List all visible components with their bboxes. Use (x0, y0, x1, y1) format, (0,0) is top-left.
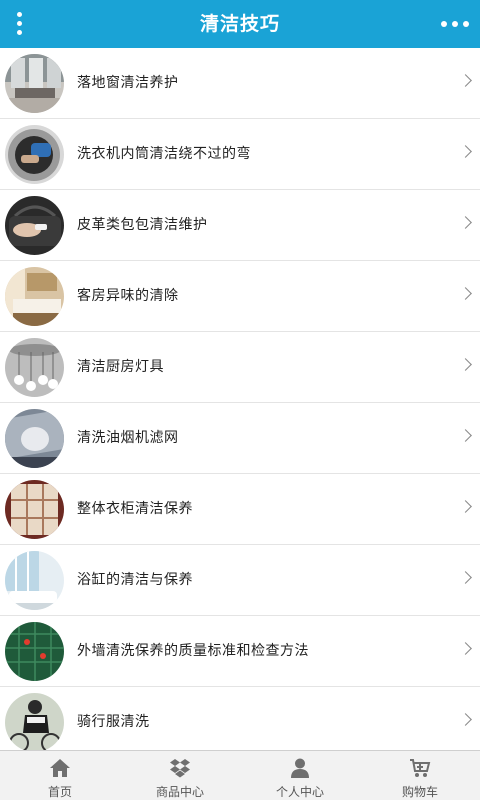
list-item[interactable]: 清洁厨房灯具 (0, 332, 480, 403)
article-list: 落地窗清洁养护 洗衣机内筒清洁绕不过的弯 皮革类包包清洁维护 (0, 48, 480, 750)
bottom-tab-bar: 首页 商品中心 个人中心 购物车 (0, 750, 480, 800)
home-icon (49, 758, 71, 778)
article-title: 客房异味的清除 (77, 261, 179, 332)
chevron-right-icon (459, 287, 472, 300)
chevron-right-icon (459, 642, 472, 655)
tab-label: 首页 (0, 783, 120, 800)
article-title: 整体衣柜清洁保养 (77, 474, 193, 545)
tab-label: 个人中心 (240, 783, 360, 800)
cyclist-photo (5, 693, 64, 750)
chevron-right-icon (459, 429, 472, 442)
article-title: 浴缸的清洁与保养 (77, 545, 193, 616)
list-item[interactable]: 落地窗清洁养护 (0, 48, 480, 119)
tab-home[interactable]: 首页 (0, 751, 120, 801)
list-item[interactable]: 洗衣机内筒清洁绕不过的弯 (0, 119, 480, 190)
article-title: 皮革类包包清洁维护 (77, 190, 208, 261)
list-item[interactable]: 外墙清洗保养的质量标准和检查方法 (0, 616, 480, 687)
article-title: 洗衣机内筒清洁绕不过的弯 (77, 119, 251, 190)
article-title: 骑行服清洗 (77, 687, 150, 750)
chevron-right-icon (459, 216, 472, 229)
pendant-lamps-photo (5, 338, 64, 397)
leather-bag-photo (5, 196, 64, 255)
list-item[interactable]: 浴缸的清洁与保养 (0, 545, 480, 616)
chevron-right-icon (459, 358, 472, 371)
tab-cart[interactable]: 购物车 (360, 751, 480, 801)
app-header: 清洁技巧 (0, 0, 480, 48)
article-title: 清洗油烟机滤网 (77, 403, 179, 474)
tab-profile[interactable]: 个人中心 (240, 751, 360, 801)
tab-label: 购物车 (360, 783, 480, 800)
bathroom-photo (5, 551, 64, 610)
hotel-room-photo (5, 267, 64, 326)
chevron-right-icon (459, 145, 472, 158)
list-item[interactable]: 整体衣柜清洁保养 (0, 474, 480, 545)
chevron-right-icon (459, 713, 472, 726)
chevron-right-icon (459, 571, 472, 584)
dropbox-box-icon (169, 758, 191, 778)
horizontal-dots-icon[interactable] (440, 10, 470, 38)
wardrobe-photo (5, 480, 64, 539)
cart-icon (409, 758, 431, 778)
chevron-right-icon (459, 500, 472, 513)
article-title: 落地窗清洁养护 (77, 48, 179, 119)
living-room-photo (5, 54, 64, 113)
building-facade-photo (5, 622, 64, 681)
page-title: 清洁技巧 (0, 0, 480, 48)
user-icon (289, 758, 311, 778)
list-item[interactable]: 清洗油烟机滤网 (0, 403, 480, 474)
list-item[interactable]: 客房异味的清除 (0, 261, 480, 332)
tab-label: 商品中心 (120, 783, 240, 800)
article-title: 外墙清洗保养的质量标准和检查方法 (77, 616, 309, 687)
tab-products[interactable]: 商品中心 (120, 751, 240, 801)
list-item[interactable]: 骑行服清洗 (0, 687, 480, 750)
washing-machine-photo (5, 125, 64, 184)
range-hood-photo (5, 409, 64, 468)
list-item[interactable]: 皮革类包包清洁维护 (0, 190, 480, 261)
article-title: 清洁厨房灯具 (77, 332, 164, 403)
chevron-right-icon (459, 74, 472, 87)
